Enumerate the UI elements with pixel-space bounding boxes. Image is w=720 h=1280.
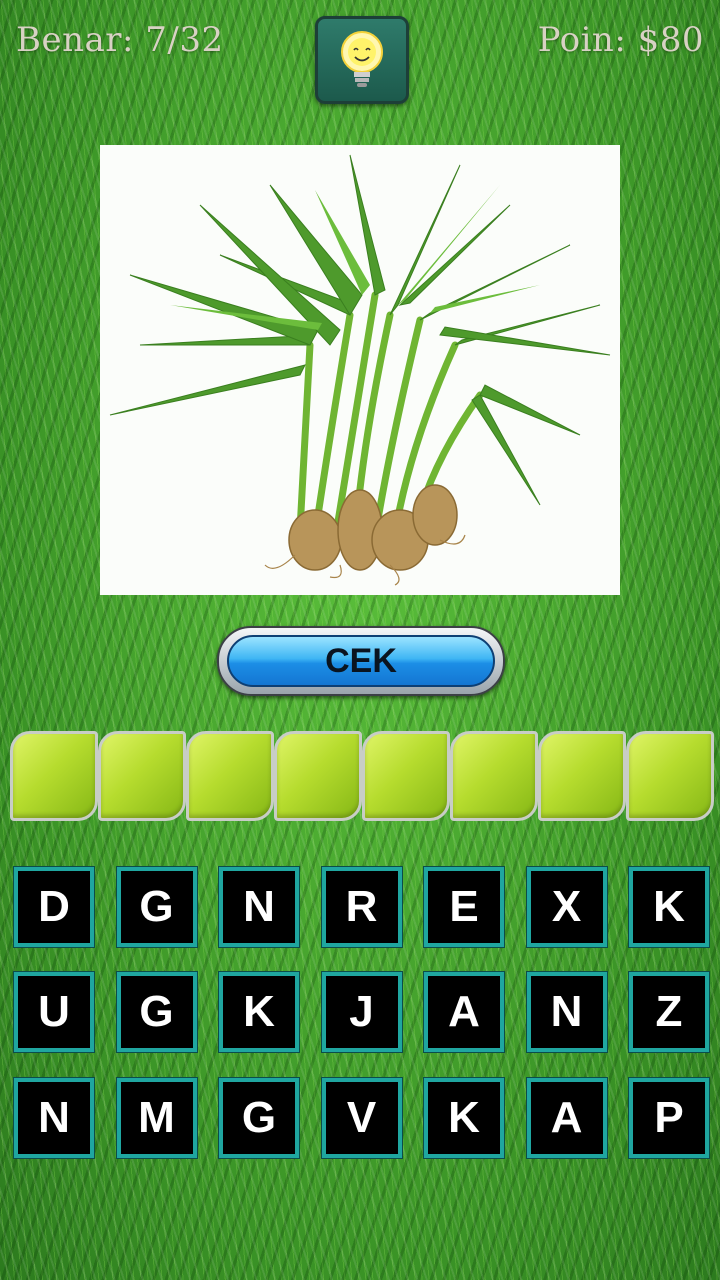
answer-slot[interactable]	[626, 731, 714, 821]
answer-slot[interactable]	[98, 731, 186, 821]
letter-key[interactable]: K	[629, 867, 709, 947]
letter-key[interactable]: N	[526, 972, 607, 1052]
answer-slot[interactable]	[450, 731, 538, 821]
letter-key[interactable]: A	[424, 972, 504, 1052]
letter-key[interactable]: M	[116, 1078, 197, 1158]
letter-key[interactable]: G	[116, 972, 197, 1052]
letter-key[interactable]: K	[219, 972, 299, 1052]
hint-button[interactable]	[315, 16, 409, 104]
letter-key[interactable]: X	[526, 867, 607, 947]
puzzle-picture	[100, 145, 620, 595]
answer-slot[interactable]	[538, 731, 626, 821]
answer-slot[interactable]	[186, 731, 274, 821]
letter-key[interactable]: G	[219, 1078, 299, 1158]
letter-key[interactable]: U	[14, 972, 94, 1052]
letter-key[interactable]: N	[14, 1078, 94, 1158]
answer-slot[interactable]	[362, 731, 450, 821]
letter-key[interactable]: P	[629, 1078, 709, 1158]
letter-key[interactable]: A	[526, 1078, 607, 1158]
check-button[interactable]: CEK	[217, 626, 505, 696]
letter-key[interactable]: J	[321, 972, 402, 1052]
letter-key[interactable]: G	[116, 867, 197, 947]
letter-key[interactable]: N	[219, 867, 299, 947]
letter-key[interactable]: Z	[629, 972, 709, 1052]
score-counter: Benar: 7/32	[16, 20, 224, 60]
letter-key[interactable]: R	[321, 867, 402, 947]
check-button-label: CEK	[227, 635, 495, 687]
points-counter: Poin: $80	[537, 20, 704, 60]
water-spinach-image	[109, 154, 611, 586]
answer-slot[interactable]	[274, 731, 362, 821]
letter-key[interactable]: V	[321, 1078, 402, 1158]
answer-slot[interactable]	[10, 731, 98, 821]
letter-key[interactable]: E	[424, 867, 504, 947]
letter-key[interactable]: K	[424, 1078, 504, 1158]
letter-key[interactable]: D	[14, 867, 94, 947]
lightbulb-icon	[341, 31, 383, 87]
